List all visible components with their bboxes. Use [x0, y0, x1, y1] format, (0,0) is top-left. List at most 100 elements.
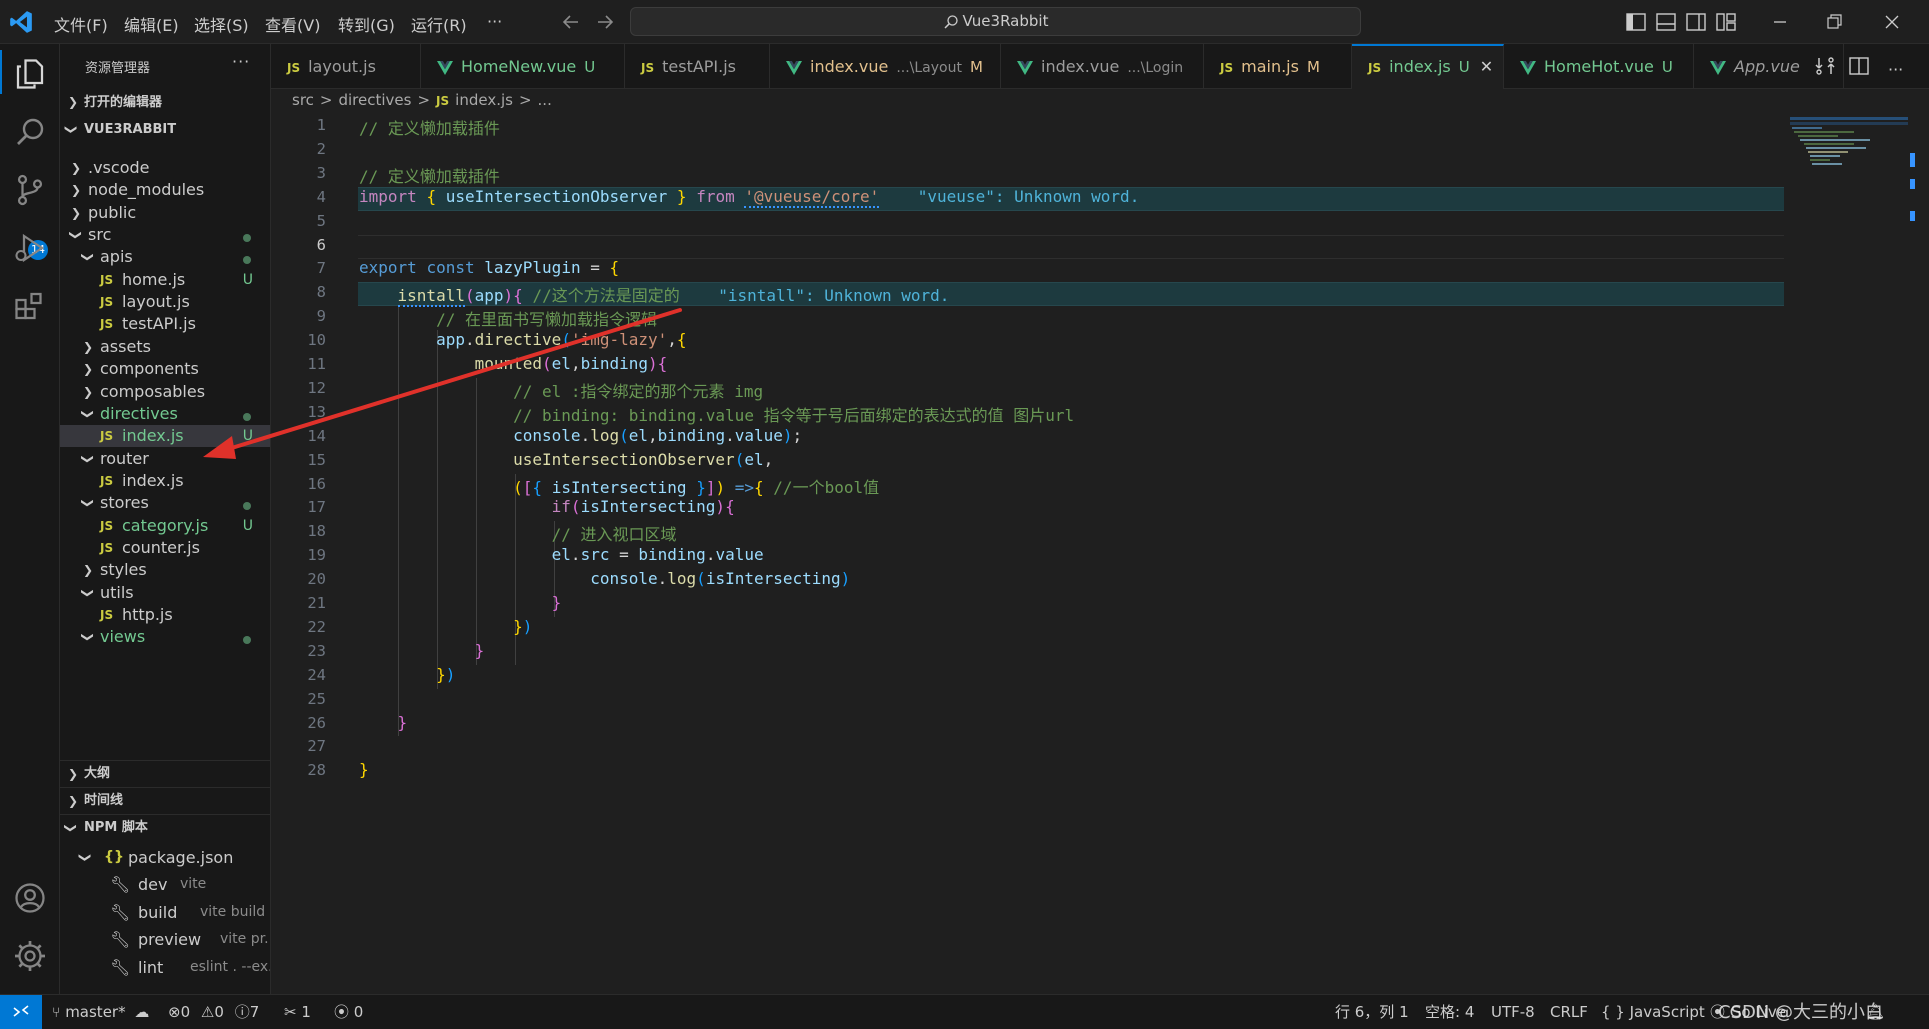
tab-label: layout.js	[308, 57, 376, 76]
tree-folder[interactable]: ❯ node_modules	[60, 179, 270, 201]
minimize-icon[interactable]	[1770, 12, 1790, 32]
js-file-icon: JS	[100, 295, 114, 310]
tree-folder[interactable]: ❯ .vscode	[60, 157, 270, 179]
search-icon[interactable]	[12, 114, 48, 150]
tree-file[interactable]: JS counter.js	[60, 537, 270, 559]
timeline-section[interactable]: ❯ 时间线	[60, 787, 270, 814]
tree-folder[interactable]: ❯ composables	[60, 381, 270, 403]
menu-selection[interactable]: 选择(S)	[194, 12, 249, 36]
explorer-icon[interactable]	[12, 56, 48, 92]
npm-script-item[interactable]: 🔧︎ dev vite	[60, 871, 270, 898]
js-file-icon: JS	[100, 317, 114, 332]
open-editors-section[interactable]: ❯ 打开的编辑器	[60, 89, 270, 116]
tree-folder[interactable]: ❯ stores	[60, 492, 270, 514]
tree-file[interactable]: JS home.js U	[60, 269, 270, 291]
tree-file[interactable]: JS index.js U	[60, 425, 270, 448]
npm-scripts-section[interactable]: ❯ NPM 脚本	[60, 814, 270, 841]
toggle-panel-icon[interactable]	[1654, 10, 1678, 34]
git-status-badge: U	[1661, 58, 1673, 76]
menu-edit[interactable]: 编辑(E)	[124, 12, 179, 36]
code-line: console.log(el,binding.value);	[359, 426, 802, 445]
end-of-line[interactable]: CRLF	[1550, 995, 1588, 1029]
run-debug-icon[interactable]	[12, 230, 48, 266]
tree-file[interactable]: JS layout.js	[60, 291, 270, 313]
code-editor[interactable]: 1// 定义懒加载插件 2 3// 定义懒加载插件 4 import { useInte…	[271, 115, 1929, 994]
arrow-left-icon[interactable]	[559, 10, 583, 34]
vertical-scrollbar[interactable]	[1906, 115, 1920, 994]
editor-more-actions[interactable]: ···	[1888, 60, 1903, 79]
tree-folder[interactable]: ❯ assets	[60, 336, 270, 358]
remote-indicator[interactable]	[0, 995, 42, 1029]
editor-tab[interactable]: HomeNew.vue U	[421, 44, 625, 89]
outline-section[interactable]: ❯ 大纲	[60, 760, 270, 787]
menu-run[interactable]: 运行(R)	[411, 12, 467, 36]
branch-indicator[interactable]: ⑂ master* ☁	[52, 995, 149, 1029]
close-icon[interactable]	[1882, 12, 1902, 32]
cursor-position[interactable]: 行 6，列 1	[1335, 995, 1409, 1029]
editor-tab[interactable]: JS main.js M	[1204, 44, 1352, 89]
close-tab-icon[interactable]: ✕	[1480, 57, 1493, 76]
editor-tab[interactable]: HomeHot.vue U	[1504, 44, 1694, 89]
indentation[interactable]: 空格: 4	[1425, 995, 1474, 1029]
breadcrumb-directives[interactable]: directives	[338, 91, 411, 109]
toggle-secondary-sidebar-icon[interactable]	[1684, 10, 1708, 34]
tree-folder[interactable]: ❯ views	[60, 626, 270, 648]
code-token: }	[397, 712, 408, 732]
project-root-section[interactable]: ❯ VUE3RABBIT	[60, 116, 270, 143]
arrow-right-icon[interactable]	[593, 10, 617, 34]
diagnostic-message: "vueuse": Unknown word.	[917, 186, 1140, 206]
editor-tab[interactable]: JS layout.js	[271, 44, 421, 89]
package-json-item[interactable]: ❯ {} package.json	[60, 844, 270, 871]
editor-tab[interactable]: JS testAPI.js	[625, 44, 770, 89]
tree-file[interactable]: JS testAPI.js	[60, 313, 270, 335]
branch-name: master*	[65, 1003, 126, 1021]
npm-script-item[interactable]: 🔧︎ preview vite pr...	[60, 926, 270, 953]
encoding[interactable]: UTF-8	[1491, 995, 1535, 1029]
code-token: import	[359, 186, 417, 206]
editor-tab[interactable]: JS index.js U ✕	[1352, 44, 1504, 89]
tree-folder[interactable]: ❯ src	[60, 224, 270, 246]
source-control-icon[interactable]	[12, 172, 48, 208]
customize-layout-icon[interactable]	[1714, 10, 1738, 34]
menu-more[interactable]: ···	[487, 12, 502, 31]
tree-folder[interactable]: ❯ router	[60, 448, 270, 470]
menu-view[interactable]: 查看(V)	[265, 12, 320, 36]
breadcrumb-src[interactable]: src	[292, 91, 314, 109]
extensions-icon[interactable]	[12, 288, 48, 324]
breadcrumb-file[interactable]: index.js	[455, 91, 513, 109]
ports-indicator[interactable]: ✂ 1	[284, 995, 311, 1029]
accounts-icon[interactable]	[12, 880, 48, 916]
tree-folder[interactable]: ❯ styles	[60, 559, 270, 581]
restore-icon[interactable]	[1824, 12, 1844, 32]
tree-folder[interactable]: ❯ components	[60, 358, 270, 380]
tree-folder[interactable]: ❯ directives	[60, 403, 270, 425]
minimap[interactable]	[1790, 115, 1908, 235]
broadcast-indicator[interactable]: ⦿ 0	[334, 995, 363, 1029]
editor-tab[interactable]: index.vue ...\Login	[1001, 44, 1204, 89]
command-center-search[interactable]: Vue3Rabbit	[630, 7, 1361, 36]
tree-folder[interactable]: ❯ utils	[60, 582, 270, 604]
editor-tab[interactable]: index.vue ...\Layout M	[770, 44, 1001, 89]
compare-changes-icon[interactable]	[1813, 54, 1837, 78]
tree-folder[interactable]: ❯ public	[60, 202, 270, 224]
explorer-more-button[interactable]: ···	[232, 52, 250, 71]
menu-file[interactable]: 文件(F)	[54, 12, 108, 36]
language-mode[interactable]: { } JavaScript	[1601, 995, 1705, 1029]
code-token: }	[676, 186, 687, 206]
code-line: // 定义懒加载插件	[359, 163, 500, 187]
breadcrumb-symbol[interactable]: ...	[538, 91, 552, 109]
problems-indicator[interactable]: ⊗0 ⚠0 ⓘ7	[168, 995, 259, 1029]
npm-script-item[interactable]: 🔧︎ build vite build	[60, 899, 270, 926]
tree-file[interactable]: JS index.js	[60, 470, 270, 492]
code-token: isIntersecting	[551, 477, 687, 497]
menu-go[interactable]: 转到(G)	[338, 12, 395, 36]
toggle-primary-sidebar-icon[interactable]	[1624, 10, 1648, 34]
tree-folder[interactable]: ❯ apis	[60, 246, 270, 268]
split-editor-icon[interactable]	[1847, 54, 1871, 78]
breadcrumb-sep: >	[417, 91, 431, 109]
npm-script-item[interactable]: 🔧︎ lint eslint . --ex...	[60, 954, 270, 981]
tree-file[interactable]: JS http.js	[60, 604, 270, 626]
tree-file[interactable]: JS category.js U	[60, 515, 270, 537]
manage-gear-icon[interactable]	[12, 938, 48, 974]
